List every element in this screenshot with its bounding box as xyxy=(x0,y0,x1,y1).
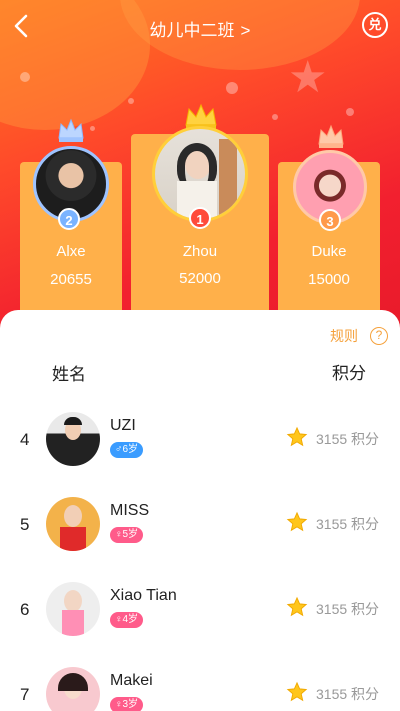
crown-icon xyxy=(58,118,84,142)
rank-badge: 2 xyxy=(58,208,80,230)
chevron-right-icon: > xyxy=(240,21,251,40)
crown-icon xyxy=(318,124,344,148)
star-icon xyxy=(286,681,308,702)
list-item[interactable]: 6 Xiao Tian ♀4岁 3155 积分 xyxy=(0,580,400,640)
student-name: UZI xyxy=(110,417,136,434)
avatar xyxy=(46,412,100,466)
rank-number: 6 xyxy=(20,600,30,619)
gender-age-badge: ♀5岁 xyxy=(110,527,144,543)
student-name: Xiao Tian xyxy=(110,587,177,604)
student-name: Makei xyxy=(110,672,153,689)
list-item[interactable]: 4 UZI ♂6岁 3155 积分 xyxy=(0,410,400,470)
podium-name: Alxe xyxy=(56,243,86,260)
points-value: 3155 积分 xyxy=(316,686,380,702)
column-header-score: 积分 xyxy=(332,364,366,383)
class-title[interactable]: 幼儿中二班 > xyxy=(0,16,400,41)
rank-number: 4 xyxy=(20,430,30,449)
podium-score: 52000 xyxy=(179,270,221,287)
list-item[interactable]: 7 Makei ♀3岁 3155 积分 xyxy=(0,665,400,711)
gender-age-badge: ♀3岁 xyxy=(110,697,144,711)
redeem-button[interactable]: 兑 xyxy=(362,12,388,38)
ranking-list: 规则 ? 姓名 积分 4 UZI ♂6岁 3155 积分 5 MISS ♀5岁 … xyxy=(0,310,400,711)
points-value: 3155 积分 xyxy=(316,431,380,447)
rank-badge: 1 xyxy=(189,207,211,229)
rank-badge: 3 xyxy=(319,209,341,231)
help-icon: ? xyxy=(370,327,388,345)
star-icon xyxy=(286,511,308,532)
podium-score: 15000 xyxy=(308,271,350,288)
podium-score: 20655 xyxy=(50,271,92,288)
podium-name: Zhou xyxy=(182,243,218,260)
points-value: 3155 积分 xyxy=(316,601,380,617)
avatar xyxy=(46,497,100,551)
gender-age-badge: ♂6岁 xyxy=(110,442,144,458)
avatar xyxy=(46,582,100,636)
avatar xyxy=(46,667,100,711)
rules-link[interactable]: 规则 ? xyxy=(330,326,388,346)
page-title: 幼儿中二班 xyxy=(149,21,235,40)
star-icon xyxy=(286,596,308,617)
student-name: MISS xyxy=(110,502,150,519)
rank-number: 5 xyxy=(20,515,30,534)
star-icon xyxy=(286,426,308,447)
star-decoration-icon: ★ xyxy=(288,53,328,102)
gender-age-badge: ♀4岁 xyxy=(110,612,144,628)
rules-label: 规则 xyxy=(330,328,358,344)
points-value: 3155 积分 xyxy=(316,516,380,532)
column-header-name: 姓名 xyxy=(52,365,86,384)
top-nav: 幼儿中二班 > 兑 xyxy=(0,0,400,52)
list-item[interactable]: 5 MISS ♀5岁 3155 积分 xyxy=(0,495,400,555)
podium-name: Duke xyxy=(311,243,347,260)
rank-number: 7 xyxy=(20,685,30,704)
